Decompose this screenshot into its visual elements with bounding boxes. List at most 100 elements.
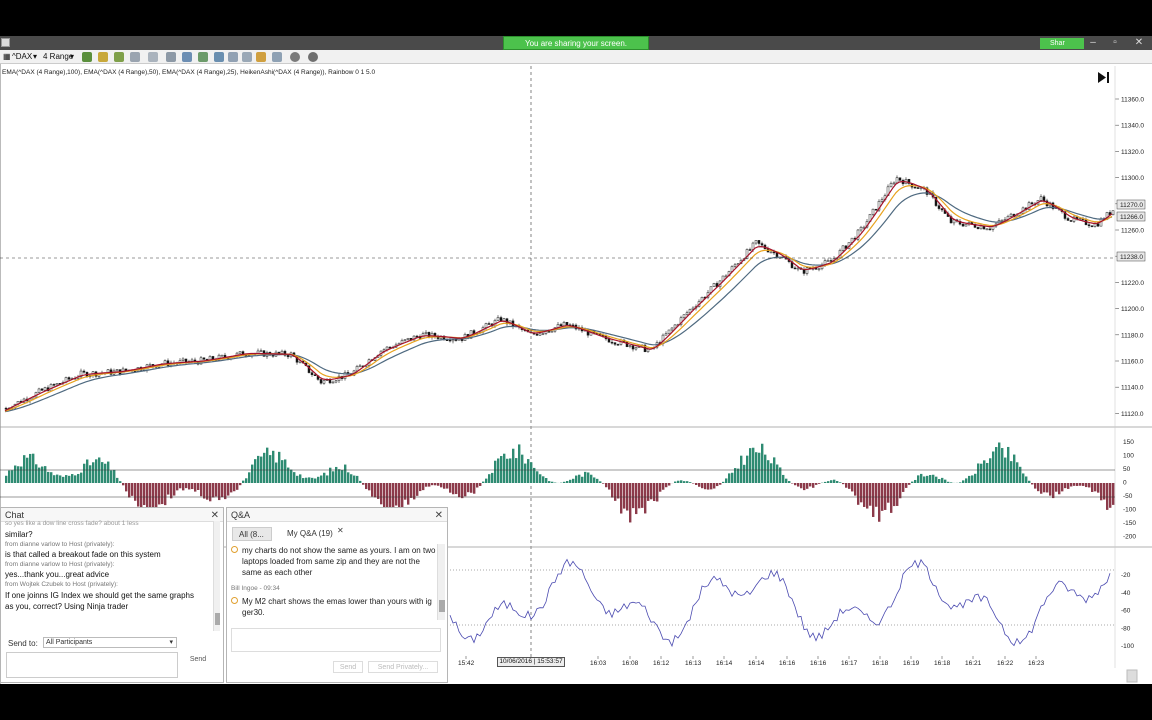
chevron-down-icon[interactable]: ▾ — [70, 51, 74, 63]
histogram-bar — [212, 483, 215, 498]
histogram-bar — [47, 471, 50, 483]
tab-my-questions[interactable]: My Q&A (19) — [287, 527, 333, 541]
histogram-bar — [233, 483, 236, 492]
histogram-bar — [596, 478, 599, 483]
settings-icon[interactable] — [308, 52, 318, 62]
bar-type-selector[interactable]: 4 Range — [43, 51, 73, 63]
candle-body — [805, 267, 809, 274]
histogram-bar — [194, 483, 197, 492]
candle-body — [628, 345, 632, 347]
histogram-bar — [896, 483, 899, 506]
histogram-bar — [173, 483, 176, 496]
indicators-icon[interactable] — [182, 52, 192, 62]
histogram-bar — [185, 483, 188, 489]
histogram-bar — [278, 451, 281, 483]
scrollbar-thumb[interactable] — [1126, 669, 1138, 683]
question-icon — [231, 546, 238, 553]
layout-icon[interactable] — [272, 52, 282, 62]
histogram-bar — [284, 459, 287, 483]
chat-scrollbar[interactable] — [213, 521, 220, 631]
candle-body — [271, 355, 275, 357]
histogram-bar — [236, 483, 239, 490]
pointer-icon[interactable] — [130, 52, 140, 62]
strategies-icon[interactable] — [198, 52, 208, 62]
histogram-bar — [929, 475, 932, 483]
share-button[interactable]: Shar — [1040, 38, 1084, 49]
histogram-bar — [857, 483, 860, 505]
candle-body — [613, 342, 617, 345]
restore-icon[interactable]: ▫ — [1108, 36, 1122, 50]
histogram-bar — [362, 483, 365, 485]
histogram-bar — [812, 483, 815, 488]
time-tick-label: 16:16 — [810, 660, 827, 667]
candle-body — [454, 339, 458, 341]
candle-body — [1000, 219, 1004, 222]
histogram-bar — [818, 483, 821, 484]
histogram-bar — [893, 483, 896, 507]
pencil-icon[interactable] — [98, 52, 108, 62]
qa-scrollbar-thumb[interactable] — [439, 600, 445, 612]
qa-scrollbar[interactable] — [437, 544, 445, 620]
candle-body — [667, 329, 671, 334]
histogram-bar — [104, 463, 107, 483]
histogram-bar — [665, 483, 668, 488]
histogram-bar — [200, 483, 203, 497]
histogram-bar — [728, 473, 731, 483]
zoom-icon[interactable] — [148, 52, 158, 62]
close-tab-icon[interactable]: ✕ — [337, 526, 344, 535]
oscillator-tick-label: 50 — [1123, 466, 1131, 473]
instrument-selector[interactable]: ^DAX — [12, 51, 32, 63]
candle-body — [607, 338, 611, 343]
histogram-bar — [347, 472, 350, 483]
draw-icon[interactable] — [114, 52, 124, 62]
candle-body — [1009, 213, 1013, 217]
histogram-bar — [659, 483, 662, 492]
candle-body — [484, 323, 488, 328]
chart-style-icon[interactable] — [256, 52, 266, 62]
price-tag-label: 11266.0 — [1120, 214, 1143, 221]
candle-body — [181, 358, 185, 361]
histogram-bar — [548, 481, 551, 483]
stochastic-tick-label: -20 — [1121, 572, 1131, 579]
candle-body — [802, 269, 806, 274]
chevron-down-icon[interactable]: ▾ — [33, 51, 37, 63]
properties-icon[interactable] — [166, 52, 176, 62]
chat-message-input[interactable] — [6, 652, 178, 678]
histogram-bar — [926, 475, 929, 483]
time-tick-label: 16:08 — [622, 660, 639, 667]
qa-send-button[interactable]: Send — [333, 661, 363, 673]
time-tick-label: 16:22 — [997, 660, 1014, 667]
histogram-bar — [845, 483, 848, 488]
skip-to-end-icon[interactable] — [1098, 72, 1109, 83]
send-to-select[interactable]: All Participants ▾ — [43, 637, 177, 648]
toolbar-menu-icon[interactable]: ▦ — [3, 51, 11, 63]
chat-scrollbar-thumb[interactable] — [215, 613, 220, 625]
candle-body — [916, 187, 920, 189]
qa-answer-input[interactable] — [231, 628, 441, 652]
histogram-bar — [770, 463, 773, 483]
minimize-icon[interactable]: – — [1086, 36, 1100, 50]
close-icon[interactable]: ✕ — [435, 509, 443, 523]
bars-icon[interactable] — [82, 52, 92, 62]
candle-body — [859, 227, 863, 231]
histogram-bar — [755, 452, 758, 483]
tab-all-questions[interactable]: All (8... — [232, 527, 272, 541]
histogram-bar — [749, 448, 752, 483]
histogram-bar — [1085, 483, 1088, 488]
candle-body — [415, 335, 419, 338]
chat-send-button[interactable]: Send — [185, 654, 211, 666]
candle-body — [769, 251, 773, 254]
template-icon[interactable] — [214, 52, 224, 62]
snapshot-icon[interactable] — [228, 52, 238, 62]
candle-body — [358, 365, 362, 368]
histogram-bar — [971, 475, 974, 483]
histogram-bar — [653, 483, 656, 502]
qa-send-privately-button[interactable]: Send Privately... — [368, 661, 438, 673]
histogram-bar — [428, 483, 431, 487]
histogram-bar — [827, 481, 830, 483]
close-icon[interactable]: ✕ — [1132, 36, 1146, 50]
question-icon — [231, 597, 238, 604]
gear-icon[interactable] — [290, 52, 300, 62]
candle-body — [259, 350, 263, 352]
data-box-icon[interactable] — [242, 52, 252, 62]
